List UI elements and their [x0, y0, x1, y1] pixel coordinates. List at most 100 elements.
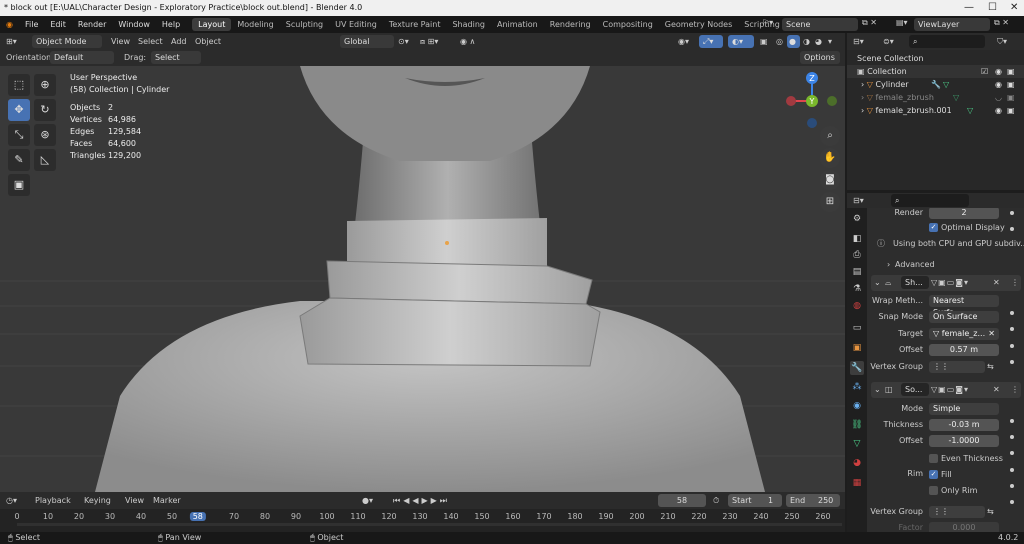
move-tool-icon[interactable]: ✥: [8, 99, 30, 121]
pivot-icon[interactable]: ⊙▾: [398, 35, 409, 48]
proportional-edit-icon[interactable]: ◉ ∧: [460, 35, 475, 48]
view-layer-icon[interactable]: ▤▾: [896, 18, 908, 27]
collapse-icon[interactable]: ⌄: [874, 383, 881, 396]
outliner-item-female-zbrush[interactable]: › ▽ female_zbrush ▽ ◡ ▣: [847, 91, 1024, 104]
end-frame-field[interactable]: End 250: [786, 494, 840, 507]
object-tab-icon[interactable]: ▣: [850, 341, 864, 355]
shrinkwrap-vertex-group-field[interactable]: ⋮⋮: [929, 361, 985, 373]
solidify-vertex-group-field[interactable]: ⋮⋮: [929, 506, 985, 518]
shrinkwrap-modifier-header[interactable]: ⌄ ⌓ Sh... ▽▣▭◙▾ ✕ ⋮: [871, 275, 1021, 291]
animate-property-dot[interactable]: [1010, 360, 1014, 364]
output-tab-icon[interactable]: ⎙: [850, 248, 864, 262]
drag-handle-icon[interactable]: ⋮: [1011, 276, 1019, 289]
outliner-item-cylinder[interactable]: › ▽ Cylinder 🔧 ▽ ◉ ▣: [847, 78, 1024, 91]
workspace-tab-shading[interactable]: Shading: [446, 18, 491, 31]
workspace-tab-texture-paint[interactable]: Texture Paint: [383, 18, 447, 31]
wrap-method-dropdown[interactable]: Nearest Surfa...: [929, 295, 999, 317]
visibility-hidden-icon[interactable]: ◡: [995, 91, 1002, 104]
timeline-playback-menu[interactable]: Playback: [35, 494, 71, 507]
animate-property-dot[interactable]: [1010, 344, 1014, 348]
visibility-icon[interactable]: ◉▾: [678, 35, 689, 48]
gizmo-z-neg-axis[interactable]: [807, 118, 817, 128]
modifier-name-field[interactable]: So...: [901, 383, 929, 396]
workspace-tab-modeling[interactable]: Modeling: [231, 18, 279, 31]
collar-band-middle[interactable]: [326, 260, 593, 305]
thickness-field[interactable]: -0.03 m: [929, 419, 999, 431]
tool-tab-icon[interactable]: ⚙: [850, 212, 864, 226]
properties-search-input[interactable]: ⌕: [891, 194, 969, 207]
minimize-button[interactable]: —: [964, 0, 974, 16]
view-layer-new-icon[interactable]: ⧉ ✕: [994, 18, 1009, 28]
scale-tool-icon[interactable]: ⤡: [8, 124, 30, 146]
xray-icon[interactable]: ▣: [760, 35, 768, 48]
data-tab-icon[interactable]: ▽: [850, 437, 864, 451]
target-object-field[interactable]: ▽ female_z... ✕: [929, 328, 999, 340]
modifier-toggles-icon[interactable]: ▽▣▭◙▾: [931, 276, 969, 289]
close-button[interactable]: ✕: [1010, 0, 1018, 16]
physics-tab-icon[interactable]: ◉: [850, 399, 864, 413]
collection-row[interactable]: ▣ Collection ☑ ◉ ▣: [847, 65, 1024, 78]
drag-handle-icon[interactable]: ⋮: [1011, 383, 1019, 396]
outliner-item-female-zbrush-001[interactable]: › ▽ female_zbrush.001 ▽ ◉ ▣: [847, 104, 1024, 117]
animate-property-dot[interactable]: [1010, 451, 1014, 455]
collection-checkbox-icon[interactable]: ☑: [981, 65, 988, 78]
outliner-search-input[interactable]: ⌕: [909, 35, 985, 48]
shading-solid-icon[interactable]: ●: [787, 35, 800, 48]
even-thickness-checkbox[interactable]: [929, 454, 938, 463]
only-rim-checkbox[interactable]: [929, 486, 938, 495]
solidify-modifier-header[interactable]: ⌄ ◫ So... ▽▣▭◙▾ ✕ ⋮: [871, 382, 1021, 398]
rim-fill-checkbox[interactable]: ✓: [929, 470, 938, 479]
menu-render[interactable]: Render: [72, 20, 112, 29]
menu-file[interactable]: File: [19, 20, 44, 29]
current-frame-marker[interactable]: 58: [189, 512, 206, 521]
filter-icon[interactable]: ⛉▾: [997, 35, 1007, 48]
solidify-offset-field[interactable]: -1.0000: [929, 435, 999, 447]
world-tab-icon[interactable]: ◍: [850, 299, 864, 313]
render-camera-icon[interactable]: ▣: [1007, 91, 1015, 104]
modifier-toggles-icon[interactable]: ▽▣▭◙▾: [931, 383, 969, 396]
material-tab-icon[interactable]: ◕: [850, 456, 864, 470]
options-dropdown[interactable]: Options: [800, 51, 840, 64]
collection-tab-icon[interactable]: ▭: [850, 321, 864, 335]
animate-property-dot[interactable]: [1010, 500, 1014, 504]
rotate-tool-icon[interactable]: ↻: [34, 99, 56, 121]
shading-options-icon[interactable]: ▾: [828, 35, 832, 48]
playback-controls-icon[interactable]: ⏮◀◀▶▶⏭: [393, 494, 450, 507]
animate-property-dot[interactable]: [1010, 484, 1014, 488]
animate-property-dot[interactable]: [1010, 435, 1014, 439]
gizmo-y-neg-axis[interactable]: [827, 96, 837, 106]
scene-pin-icon[interactable]: ⧉ ✕: [862, 18, 877, 28]
animate-property-dot[interactable]: [1010, 211, 1014, 215]
workspace-tab-uv-editing[interactable]: UV Editing: [329, 18, 383, 31]
factor-field[interactable]: 0.000: [929, 522, 999, 532]
shrinkwrap-offset-field[interactable]: 0.57 m: [929, 344, 999, 356]
invert-vertex-group-icon[interactable]: ⇆: [987, 360, 994, 373]
visibility-icon[interactable]: ◉: [995, 78, 1002, 91]
current-frame-field[interactable]: 58: [658, 494, 706, 507]
workspace-tab-layout[interactable]: Layout: [192, 18, 232, 31]
render-tab-icon[interactable]: ◧: [850, 232, 864, 246]
collection-visibility-icon[interactable]: ◉: [995, 65, 1002, 78]
outliner-display-mode-icon[interactable]: ⊜▾: [883, 35, 894, 48]
texture-tab-icon[interactable]: ▦: [850, 476, 864, 490]
shading-rendered-icon[interactable]: ◕: [815, 35, 822, 48]
timeline-marker-menu[interactable]: Marker: [153, 494, 181, 507]
menu-add[interactable]: Add: [171, 35, 187, 48]
annotate-tool-icon[interactable]: ✎: [8, 149, 30, 171]
start-frame-field[interactable]: Start 1: [728, 494, 782, 507]
scene-selector[interactable]: Scene: [782, 18, 858, 31]
workspace-tab-geometry-nodes[interactable]: Geometry Nodes: [659, 18, 738, 31]
collar-band-bottom[interactable]: [299, 297, 601, 367]
view-layer-selector[interactable]: ViewLayer: [914, 18, 990, 31]
modifier-tab-icon[interactable]: 🔧: [850, 361, 864, 375]
animate-property-dot[interactable]: [1010, 311, 1014, 315]
editor-type-icon[interactable]: ⊞▾: [6, 35, 17, 48]
shading-material-icon[interactable]: ◑: [803, 35, 810, 48]
zoom-icon[interactable]: ⌕: [820, 126, 840, 146]
menu-help[interactable]: Help: [156, 20, 186, 29]
solidify-mode-dropdown[interactable]: Simple: [929, 403, 999, 415]
transform-tool-icon[interactable]: ⊛: [34, 124, 56, 146]
stopwatch-icon[interactable]: ⏱: [713, 494, 719, 507]
menu-view[interactable]: View: [111, 35, 130, 48]
collection-render-icon[interactable]: ▣: [1007, 65, 1015, 78]
